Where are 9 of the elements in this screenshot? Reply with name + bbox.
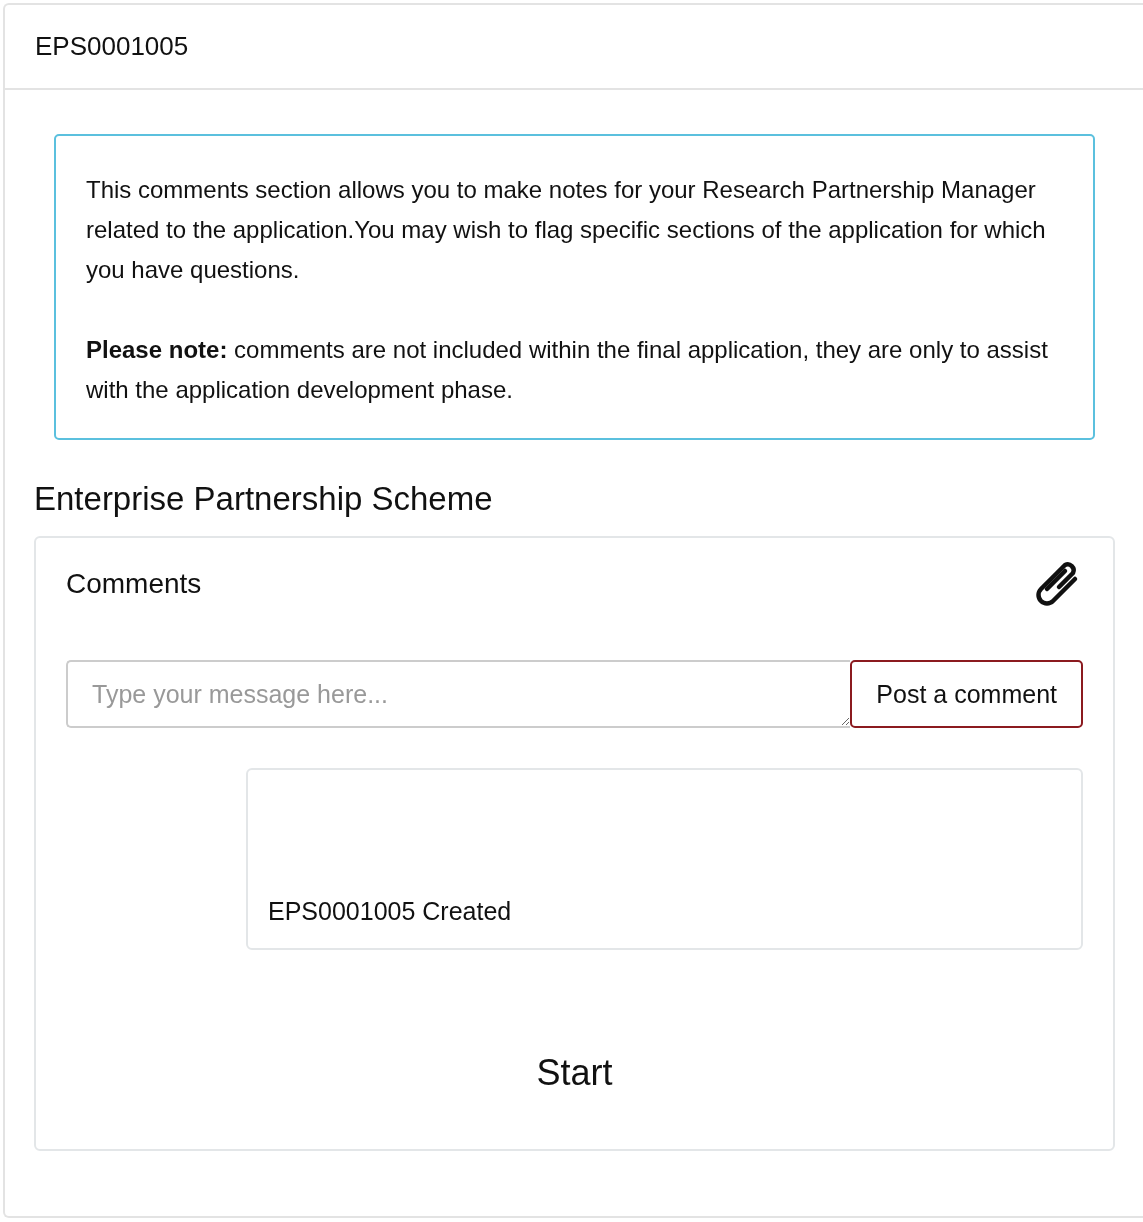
info-paragraph: This comments section allows you to make notes for your Research Partnership Manager related to the application.You may wish to flag specific sections of the application for which you have questions. <box>86 175 1047 285</box>
comments-title: Comments <box>66 568 202 600</box>
message-field[interactable]: Type your message here... <box>66 660 851 728</box>
timeline-label: Start <box>536 1052 613 1094</box>
panel-title: EPS0001005 <box>35 31 189 62</box>
post-comment-button[interactable]: Post a comment <box>850 660 1083 728</box>
entry-text: EPS0001005 Created <box>268 897 512 926</box>
section-title: Enterprise Partnership Scheme <box>34 480 494 518</box>
info-paragraph: Please note: comments are not included within the final application, they are only to assist with the application development phase. <box>86 335 1049 405</box>
